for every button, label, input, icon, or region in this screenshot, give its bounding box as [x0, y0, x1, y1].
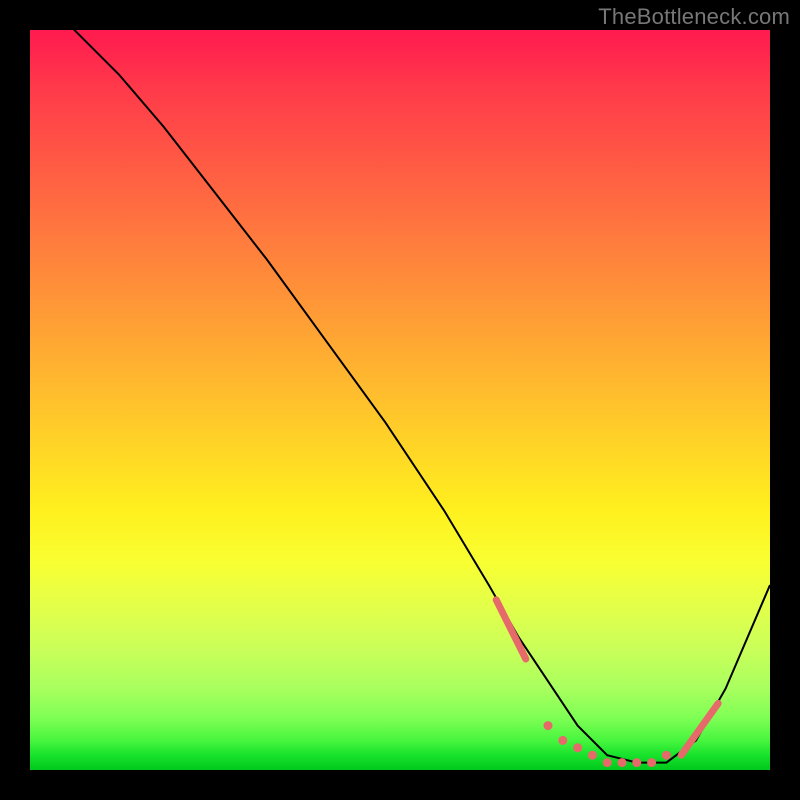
marker-dot	[632, 758, 641, 767]
marker-dot	[544, 721, 553, 730]
plot-area	[30, 30, 770, 770]
bottleneck-curve	[30, 0, 770, 763]
marker-dot	[647, 758, 656, 767]
marker-dot	[573, 743, 582, 752]
marker-dot	[603, 758, 612, 767]
marker-dots	[544, 721, 671, 767]
marker-segment	[681, 703, 718, 755]
marker-segment	[496, 600, 526, 659]
watermark-text: TheBottleneck.com	[598, 4, 790, 30]
marker-dot	[588, 751, 597, 760]
marker-dot	[558, 736, 567, 745]
chart-frame: TheBottleneck.com	[0, 0, 800, 800]
marker-dot	[618, 758, 627, 767]
chart-overlay	[30, 30, 770, 770]
marker-segments	[496, 600, 718, 755]
marker-dot	[662, 751, 671, 760]
